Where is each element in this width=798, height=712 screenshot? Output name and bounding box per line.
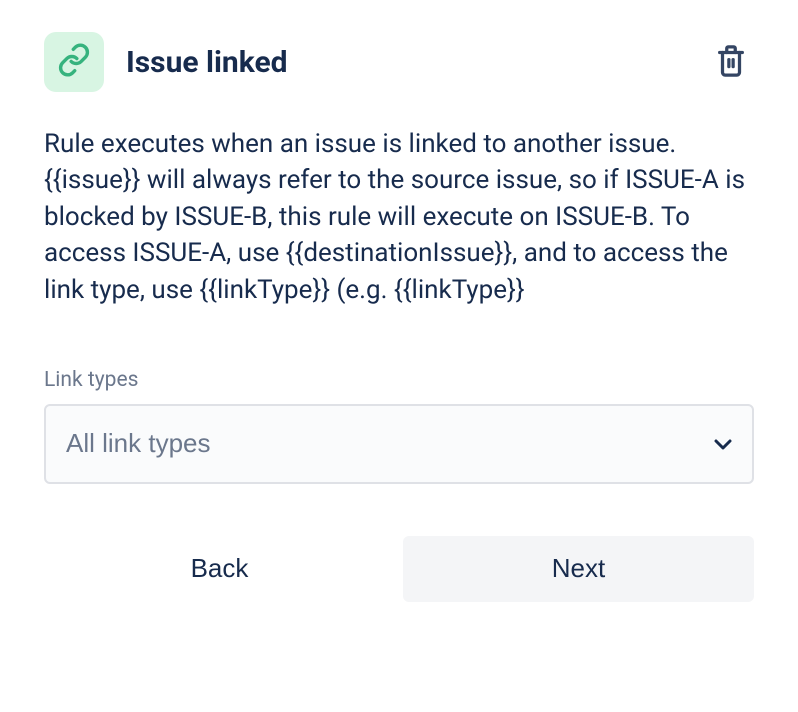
back-button[interactable]: Back: [44, 536, 395, 602]
link-types-select[interactable]: All link types: [44, 404, 754, 484]
link-types-field: Link types All link types: [44, 368, 754, 484]
page-title: Issue linked: [126, 45, 708, 80]
button-row: Back Next: [44, 536, 754, 602]
header-row: Issue linked: [44, 32, 754, 92]
link-icon: [57, 43, 91, 81]
trigger-icon-badge: [44, 32, 104, 92]
trigger-description: Rule executes when an issue is linked to…: [44, 126, 754, 308]
trash-icon: [714, 42, 748, 83]
link-types-label: Link types: [44, 368, 754, 392]
next-button[interactable]: Next: [403, 536, 754, 602]
delete-button[interactable]: [708, 36, 754, 89]
link-types-select-wrap: All link types: [44, 404, 754, 484]
